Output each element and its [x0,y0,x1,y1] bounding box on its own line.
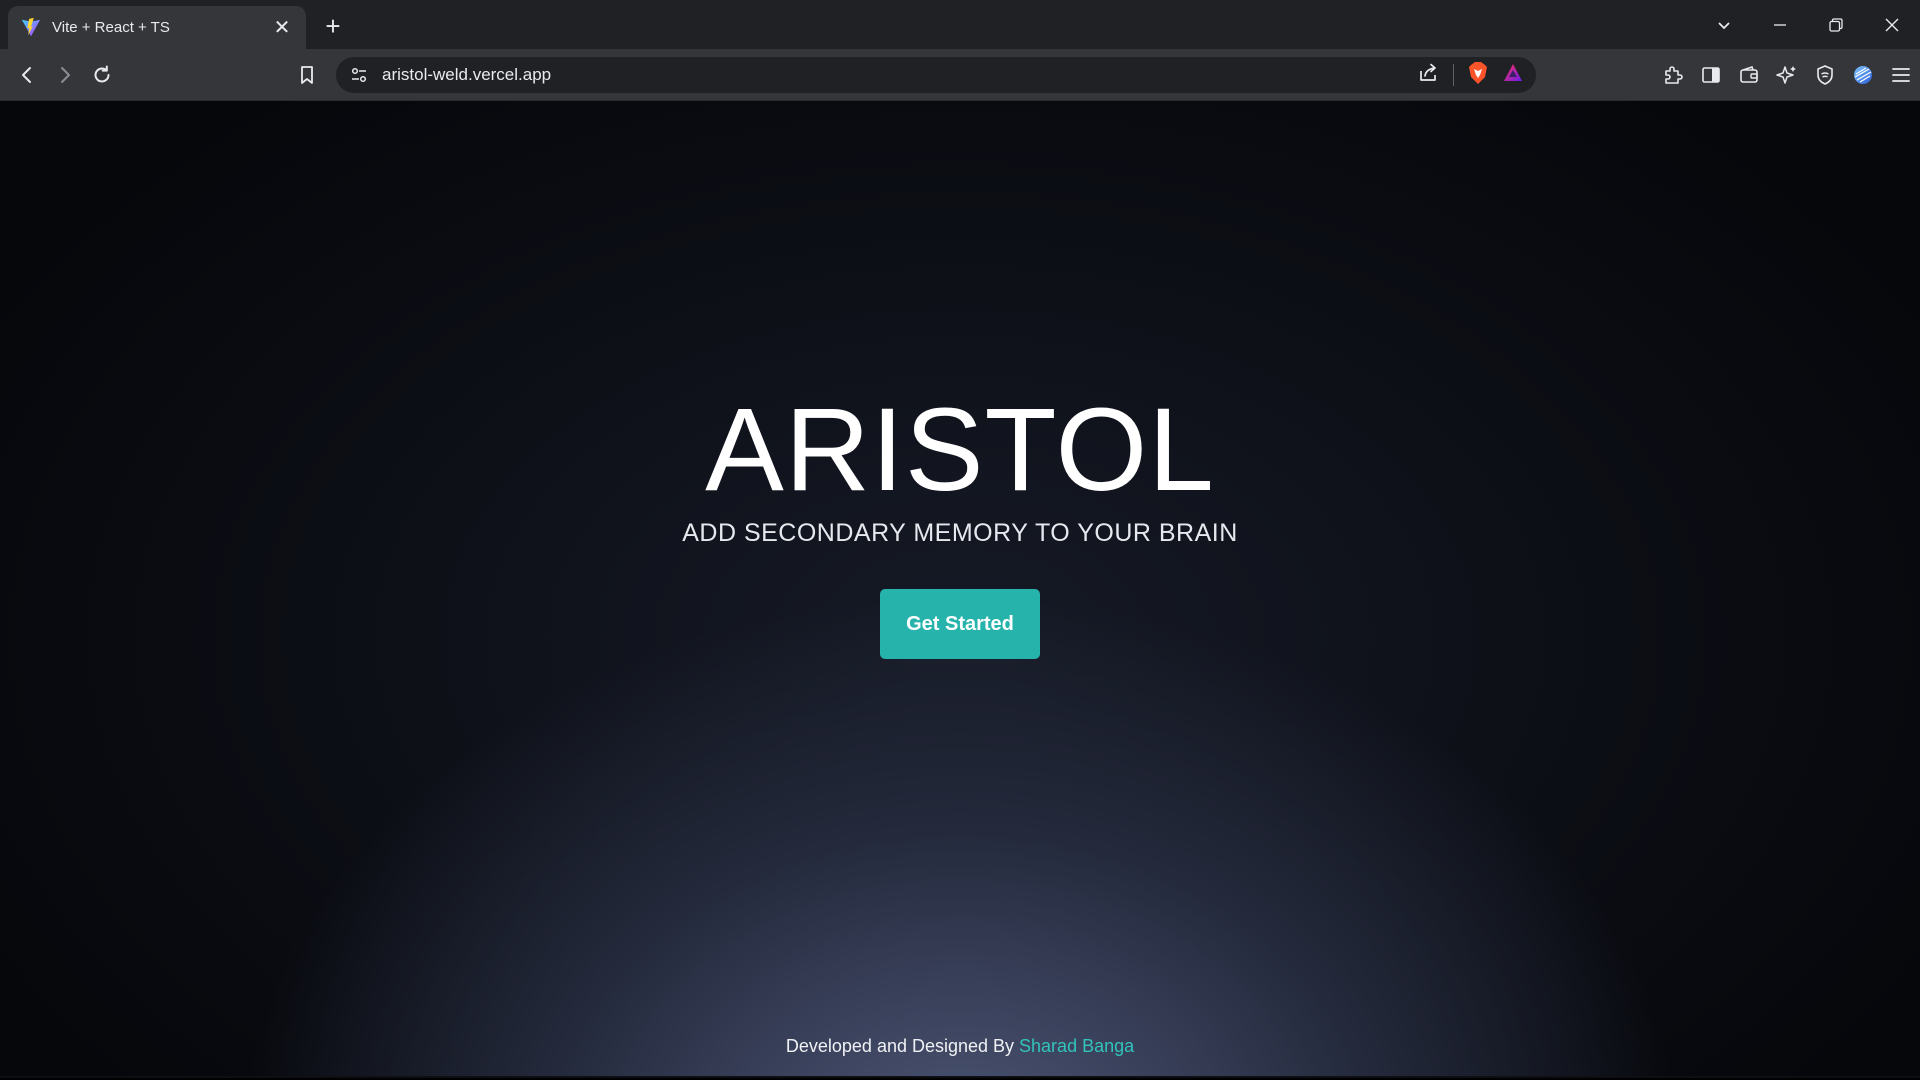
extensions-icon[interactable] [1654,60,1692,90]
brand-title: ARISTOL [705,384,1215,516]
bottom-edge [0,1076,1920,1078]
extensions-area [1654,60,1920,90]
brave-shields-icon[interactable] [1468,61,1488,90]
page-viewport: ARISTOL ADD SECONDARY MEMORY TO YOUR BRA… [0,101,1920,1078]
extension-colorful-icon[interactable] [1844,60,1882,90]
site-info-icon[interactable] [348,64,370,86]
browser-window: Vite + React + TS ✕ + aristol-weld.verce… [0,0,1920,1080]
sidebar-icon[interactable] [1692,60,1730,90]
tab-close-icon[interactable]: ✕ [270,16,294,40]
divider [1453,64,1454,86]
forward-icon[interactable] [50,60,80,90]
brave-rewards-icon[interactable] [1502,62,1524,89]
leo-ai-icon[interactable] [1768,60,1806,90]
url-text[interactable]: aristol-weld.vercel.app [382,65,551,85]
tagline: ADD SECONDARY MEMORY TO YOUR BRAIN [682,519,1238,547]
new-tab-button[interactable]: + [318,12,348,42]
author-link[interactable]: Sharad Banga [1019,1036,1134,1056]
wallet-icon[interactable] [1730,60,1768,90]
back-icon[interactable] [12,60,42,90]
toolbar: aristol-weld.vercel.app [0,49,1920,101]
tab-strip: Vite + React + TS ✕ + [0,0,1920,49]
tab-active[interactable]: Vite + React + TS ✕ [8,6,306,49]
tab-title: Vite + React + TS [52,19,170,36]
tab-search-icon[interactable] [1696,0,1752,49]
minimize-icon[interactable] [1752,0,1808,49]
window-controls [1696,0,1920,49]
reload-icon[interactable] [87,60,117,90]
bookmark-icon[interactable] [292,60,322,90]
restore-icon[interactable] [1808,0,1864,49]
menu-icon[interactable] [1882,60,1920,90]
footer-credit: Developed and Designed By Sharad Banga [0,1036,1920,1057]
footer-text: Developed and Designed By [785,1036,1020,1056]
get-started-button[interactable]: Get Started [880,589,1040,659]
address-bar[interactable]: aristol-weld.vercel.app [336,57,1536,93]
address-bar-actions [1417,61,1524,90]
vite-icon [21,17,41,36]
close-window-icon[interactable] [1864,0,1920,49]
share-icon[interactable] [1417,62,1439,89]
vpn-icon[interactable] [1806,60,1844,90]
